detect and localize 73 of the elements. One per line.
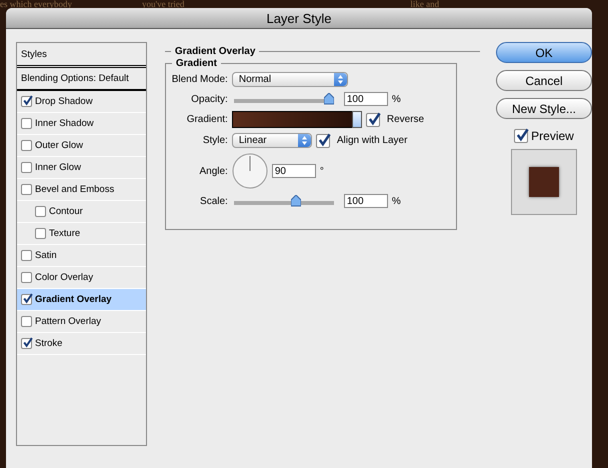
dropdown[interactable]: Normal <box>232 72 348 87</box>
background-text: es which everybody <box>0 0 72 8</box>
group-title: Gradient <box>174 58 218 69</box>
item-label: Satin <box>35 250 57 261</box>
checkbox-label: Reverse <box>386 114 424 125</box>
item-label: Bevel and Emboss <box>35 184 114 195</box>
item-label: Gradient Overlay <box>35 294 112 305</box>
list-item[interactable]: Inner Glow <box>17 157 146 179</box>
checkbox[interactable] <box>35 206 46 217</box>
list-item[interactable]: Drop Shadow <box>17 91 146 113</box>
list-item[interactable]: Outer Glow <box>17 135 146 157</box>
item-label: Contour <box>49 206 83 217</box>
checkbox[interactable] <box>21 272 32 283</box>
checkbox[interactable] <box>21 96 32 107</box>
item-label: Pattern Overlay <box>35 316 101 327</box>
checkbox[interactable] <box>21 184 32 195</box>
item-label: Inner Shadow <box>35 118 94 129</box>
unit-label: % <box>392 196 401 206</box>
checkbox[interactable] <box>21 316 32 327</box>
gradient-swatch[interactable] <box>232 111 362 128</box>
section-title: Gradient Overlay <box>174 46 256 57</box>
dialog-button[interactable]: OK <box>496 42 592 63</box>
window-title: Layer Style <box>266 10 332 26</box>
preview-swatch <box>529 167 559 197</box>
panel-header: Styles <box>21 48 47 60</box>
stepper-arrows-icon <box>334 73 347 86</box>
item-label: Outer Glow <box>35 140 84 151</box>
dialog-button[interactable]: Cancel <box>496 70 592 91</box>
checkbox-label: Preview <box>531 129 574 143</box>
field-label: Blend Mode: <box>170 74 228 85</box>
list-item[interactable]: Satin <box>17 245 146 267</box>
background-text: you've tried <box>142 0 184 8</box>
field-label: Gradient: <box>186 114 228 125</box>
list-item[interactable]: Blending Options: Default <box>17 68 146 91</box>
list-item[interactable]: Gradient Overlay <box>17 289 146 311</box>
input-field[interactable]: 100 <box>344 92 388 106</box>
list-item[interactable]: Inner Shadow <box>17 113 146 135</box>
checkbox[interactable] <box>21 294 32 305</box>
list-item[interactable]: Stroke <box>17 333 146 355</box>
checkbox[interactable] <box>514 129 528 143</box>
list-item[interactable]: Texture <box>17 223 146 245</box>
item-label: Texture <box>49 228 80 239</box>
dropdown[interactable]: Linear <box>232 133 312 148</box>
checkbox-label: Align with Layer <box>336 135 408 146</box>
field-label: Angle: <box>198 166 228 176</box>
slider-thumb[interactable] <box>324 93 334 105</box>
background-text: like and <box>410 0 440 8</box>
field-label: Style: <box>202 135 228 146</box>
checkbox[interactable] <box>366 112 380 126</box>
field-label: Opacity: <box>190 94 228 104</box>
unit-label: % <box>392 94 401 104</box>
list-item[interactable]: Pattern Overlay <box>17 311 146 333</box>
angle-dial[interactable] <box>232 153 268 189</box>
slider-thumb[interactable] <box>290 195 301 207</box>
input-field[interactable]: 100 <box>344 194 388 208</box>
input-field[interactable]: 90 <box>272 164 316 178</box>
checkbox[interactable] <box>21 338 32 349</box>
item-label: Color Overlay <box>35 272 94 283</box>
checkbox[interactable] <box>21 250 32 261</box>
checkbox[interactable] <box>21 162 32 173</box>
checkbox[interactable] <box>21 140 32 151</box>
item-label: Inner Glow <box>35 162 81 173</box>
checkbox[interactable] <box>21 118 32 129</box>
field-label: Scale: <box>199 196 228 206</box>
checkbox[interactable] <box>35 228 46 239</box>
stepper-arrows-icon <box>298 134 311 147</box>
unit-label: ° <box>320 166 324 176</box>
list-item[interactable]: Contour <box>17 201 146 223</box>
item-label: Drop Shadow <box>35 96 93 107</box>
checkbox[interactable] <box>316 134 330 148</box>
item-label: Stroke <box>35 338 62 349</box>
dialog-button[interactable]: New Style... <box>496 98 592 119</box>
list-item[interactable]: Bevel and Emboss <box>17 179 146 201</box>
